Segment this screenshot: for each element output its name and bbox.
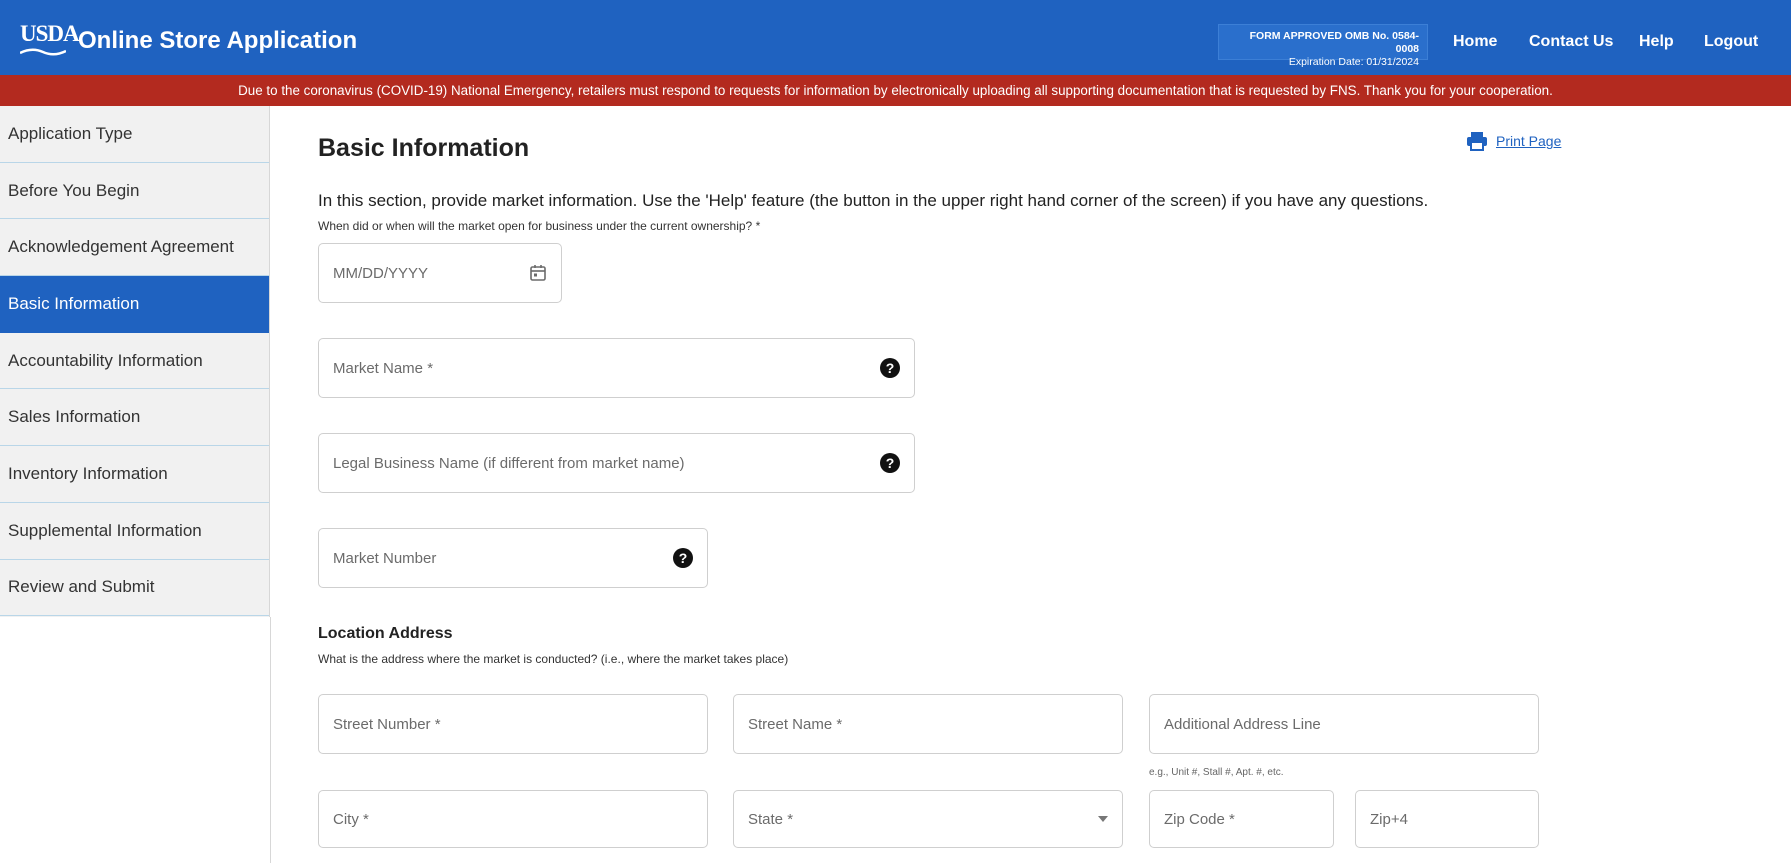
state-placeholder: State * <box>748 810 794 828</box>
sidebar-item-inventory-information[interactable]: Inventory Information <box>0 446 269 503</box>
sidebar-item-basic-information[interactable]: Basic Information <box>0 276 269 333</box>
app-title: Online Store Application <box>78 27 358 54</box>
print-page-label: Print Page <box>1496 133 1562 149</box>
legal-business-name-placeholder: Legal Business Name (if different from m… <box>333 454 685 472</box>
logo-wave-icon <box>20 48 66 56</box>
market-name-placeholder: Market Name * <box>333 359 434 377</box>
sidebar-item-before-you-begin[interactable]: Before You Begin <box>0 163 269 220</box>
city-placeholder: City * <box>333 810 369 828</box>
print-page-link[interactable]: Print Page <box>1466 131 1561 151</box>
chevron-down-icon <box>1098 816 1108 822</box>
zip-code-placeholder: Zip Code * <box>1164 810 1235 828</box>
market-number-help-icon[interactable]: ? <box>673 548 693 568</box>
omb-expiration: Expiration Date: 01/31/2024 <box>1288 56 1419 68</box>
additional-address-placeholder: Additional Address Line <box>1164 715 1321 733</box>
zip-code-input[interactable]: Zip Code * <box>1149 790 1334 848</box>
street-number-placeholder: Street Number * <box>333 715 441 733</box>
printer-icon <box>1467 132 1487 151</box>
state-select[interactable]: State * <box>733 790 1123 848</box>
open-date-question: When did or when will the market open fo… <box>318 219 761 233</box>
nav-help[interactable]: Help <box>1639 33 1674 51</box>
covid-notice-banner: Due to the coronavirus (COVID-19) Nation… <box>0 75 1791 106</box>
street-number-input[interactable]: Street Number * <box>318 694 708 754</box>
open-date-placeholder: MM/DD/YYYY <box>333 264 429 282</box>
usda-logo-mark: USDA <box>20 21 80 59</box>
location-address-subtext: What is the address where the market is … <box>318 652 789 666</box>
street-name-placeholder: Street Name * <box>748 715 843 733</box>
sidebar-item-sales-information[interactable]: Sales Information <box>0 389 269 447</box>
sidebar-item-supplemental-information[interactable]: Supplemental Information <box>0 503 269 560</box>
sidebar: Application Type Before You Begin Acknow… <box>0 106 270 617</box>
sidebar-item-accountability-information[interactable]: Accountability Information <box>0 333 269 390</box>
nav-logout[interactable]: Logout <box>1704 33 1758 51</box>
open-date-input[interactable]: MM/DD/YYYY <box>318 243 562 303</box>
market-number-placeholder: Market Number <box>333 549 437 567</box>
market-number-input[interactable]: Market Number ? <box>318 528 708 588</box>
market-name-help-icon[interactable]: ? <box>880 358 900 378</box>
additional-address-hint: e.g., Unit #, Stall #, Apt. #, etc. <box>1149 767 1284 778</box>
logo-text: USDA <box>20 21 80 46</box>
omb-approval-badge: FORM APPROVED OMB No. 0584-0008 Expirati… <box>1218 24 1428 68</box>
zip4-placeholder: Zip+4 <box>1370 810 1408 828</box>
street-name-input[interactable]: Street Name * <box>733 694 1123 754</box>
sidebar-item-acknowledgement-agreement[interactable]: Acknowledgement Agreement <box>0 219 269 277</box>
nav-home[interactable]: Home <box>1453 33 1497 51</box>
page-title: Basic Information <box>318 134 530 162</box>
section-intro-text: In this section, provide market informat… <box>318 191 1429 210</box>
city-input[interactable]: City * <box>318 790 708 848</box>
omb-number: FORM APPROVED OMB No. 0584-0008 <box>1249 30 1419 55</box>
location-address-heading: Location Address <box>318 625 453 642</box>
sidebar-item-review-and-submit[interactable]: Review and Submit <box>0 560 269 617</box>
calendar-icon[interactable] <box>529 264 547 282</box>
app-header: USDA Online Store Application FORM APPRO… <box>0 0 1791 82</box>
market-name-input[interactable]: Market Name * ? <box>318 338 915 398</box>
zip4-input[interactable]: Zip+4 <box>1355 790 1539 848</box>
legal-business-name-input[interactable]: Legal Business Name (if different from m… <box>318 433 915 493</box>
nav-contact-us[interactable]: Contact Us <box>1529 33 1613 51</box>
sidebar-divider <box>270 617 271 863</box>
sidebar-item-application-type[interactable]: Application Type <box>0 106 269 163</box>
additional-address-input[interactable]: Additional Address Line <box>1149 694 1539 754</box>
usda-logo[interactable]: USDA Online Store Application <box>20 21 358 59</box>
legal-business-name-help-icon[interactable]: ? <box>880 453 900 473</box>
